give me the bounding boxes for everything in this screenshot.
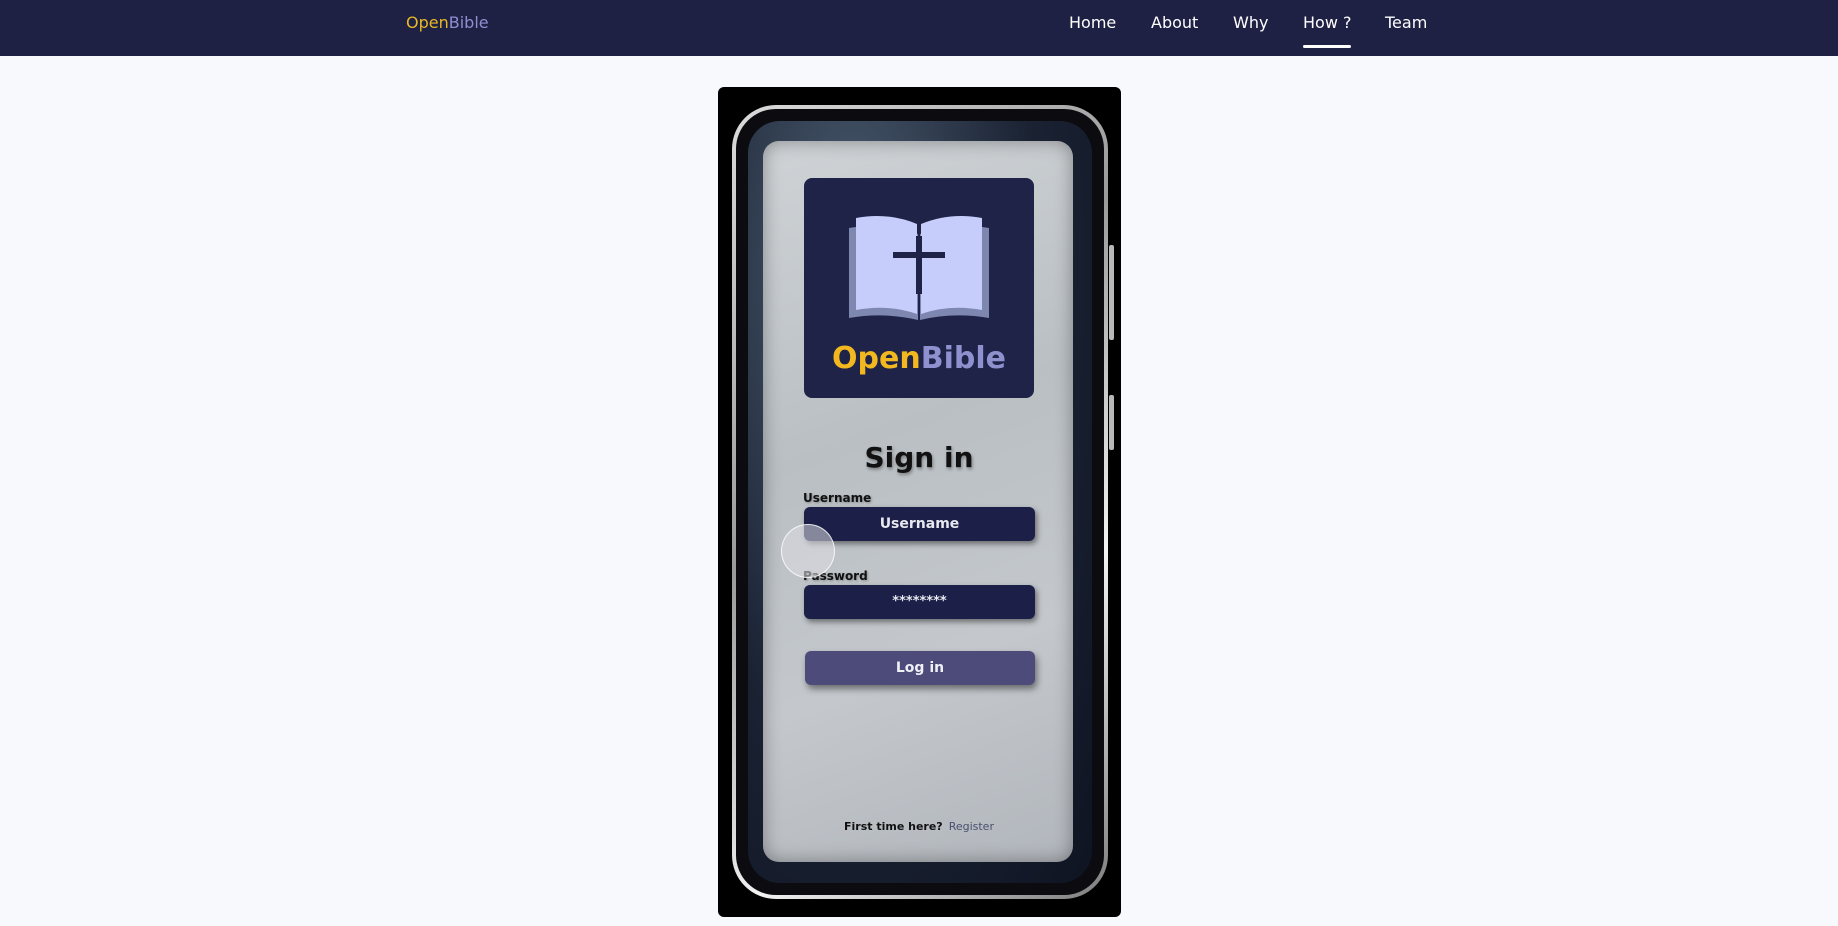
logo-wordmark: OpenBible (804, 341, 1034, 376)
touch-indicator (781, 524, 835, 578)
nav-link-home[interactable]: Home (1069, 13, 1116, 32)
demo-video[interactable]: OpenBible Sign in Username Username Pass… (718, 87, 1121, 917)
brand-logo[interactable]: OpenBible (406, 13, 489, 32)
nav-link-how[interactable]: How ? (1303, 13, 1352, 48)
sign-in-title: Sign in (864, 441, 974, 474)
phone-side-button (1109, 245, 1114, 340)
first-time-text: First time here? (844, 820, 943, 833)
brand-open-text: Open (406, 13, 449, 32)
nav-link-about[interactable]: About (1151, 13, 1198, 32)
app-logo: OpenBible (804, 178, 1034, 398)
top-navbar: OpenBible Home About Why How ? Team (0, 0, 1838, 56)
phone-screen: OpenBible Sign in Username Username Pass… (763, 141, 1073, 862)
open-bible-cross-icon (849, 216, 989, 320)
brand-bible-text: Bible (448, 13, 489, 32)
nav-link-team[interactable]: Team (1385, 13, 1427, 32)
logo-word-open: Open (832, 341, 921, 376)
login-button[interactable]: Log in (805, 651, 1035, 685)
phone-side-button (1109, 395, 1114, 450)
username-label: Username (803, 491, 872, 505)
register-prompt: First time here? Register (763, 820, 1073, 833)
nav-link-why[interactable]: Why (1233, 13, 1268, 32)
password-field[interactable]: ******** (804, 585, 1035, 619)
username-field[interactable]: Username (804, 507, 1035, 541)
register-link[interactable]: Register (949, 820, 994, 833)
logo-word-bible: Bible (920, 341, 1006, 376)
